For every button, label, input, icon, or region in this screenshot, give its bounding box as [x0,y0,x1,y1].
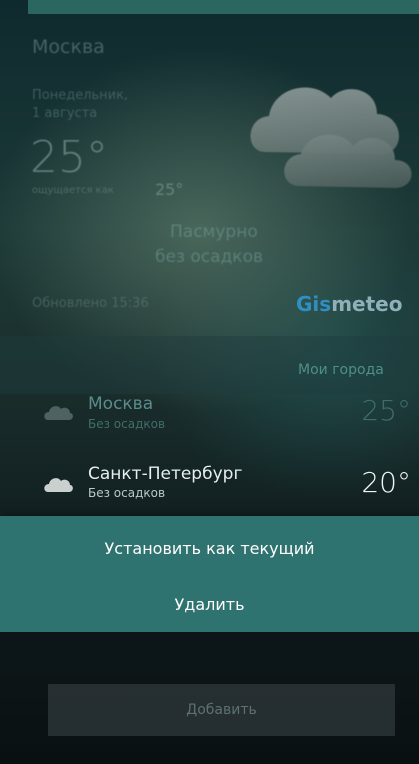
logo-part-meteo: meteo [331,292,403,316]
current-city-name: Москва [32,36,105,58]
set-as-current-button[interactable]: Установить как текущий [0,526,419,570]
city-temperature: 25° [361,394,411,427]
updated-time: Обновлено 15:36 [32,296,149,311]
date-day: 1 августа [32,106,98,121]
logo-part-gis: Gis [296,292,332,316]
context-menu: Установить как текущий Удалить [0,516,419,632]
cloud-icon [250,87,412,188]
weather-screen: Москва Понедельник, 1 августа 25° ощущае… [0,0,419,764]
my-cities-header: Мои города [298,362,384,378]
feels-like-value: 25° [155,180,184,199]
date-weekday: Понедельник, [32,88,129,103]
city-name: Санкт-Петербург [88,464,243,484]
feels-like-label: ощущается как [32,185,114,196]
top-strip [28,0,419,14]
city-condition: Без осадков [88,417,166,431]
cloud-icon [44,406,73,420]
condition-text: Пасмурно [170,222,258,242]
city-row-saint-petersburg[interactable]: Санкт-Петербург Без осадков 20° [0,456,419,516]
city-temperature: 20° [361,466,411,499]
city-name: Москва [88,394,154,414]
add-city-button[interactable]: Добавить [48,684,395,736]
precipitation-text: без осадков [155,247,263,267]
city-row-moscow[interactable]: Москва Без осадков 25° [0,390,419,450]
cloud-icon [44,478,73,492]
current-temperature: 25° [30,132,108,183]
delete-button[interactable]: Удалить [0,582,419,626]
city-condition: Без осадков [88,486,166,500]
gismeteo-logo: Gismeteo [296,292,402,316]
